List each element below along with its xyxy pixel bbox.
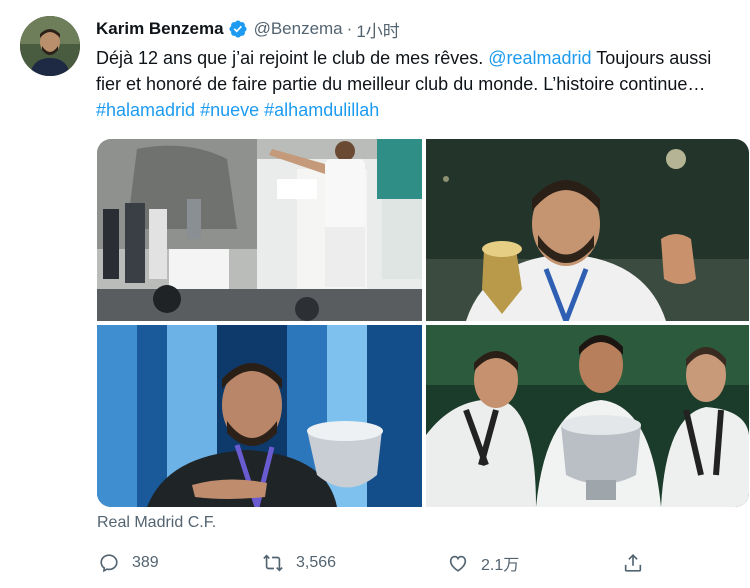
tweet-text-segment: Déjà 12 ans que j’ai rejoint le club de … <box>96 48 489 68</box>
verified-badge-icon <box>228 19 248 39</box>
media-grid <box>97 139 749 507</box>
like-button[interactable]: 2.1万 <box>447 549 519 577</box>
tweet-text: Déjà 12 ans que j’ai rejoint le club de … <box>96 45 736 123</box>
hashtag-link[interactable]: #nueve <box>200 100 259 120</box>
author-handle[interactable]: @Benzema <box>254 19 343 39</box>
trophy-smile-photo[interactable] <box>426 139 749 321</box>
retweet-count: 3,566 <box>296 554 337 571</box>
presentation-photo[interactable] <box>97 139 422 321</box>
tweet-header: Karim Benzema @Benzema · 1小时 <box>96 16 400 42</box>
champions-trio-photo[interactable] <box>426 325 749 507</box>
hashtag-link[interactable]: #alhamdulillah <box>264 100 379 120</box>
heart-icon <box>449 555 467 572</box>
author-name[interactable]: Karim Benzema <box>96 19 224 39</box>
mention-link[interactable]: @realmadrid <box>488 48 591 68</box>
avatar[interactable] <box>20 16 80 76</box>
retweet-icon <box>263 554 283 572</box>
like-count: 2.1万 <box>481 557 520 574</box>
share-icon <box>624 554 642 572</box>
reply-count: 389 <box>132 554 159 571</box>
separator-dot: · <box>346 19 353 38</box>
supercup-photo[interactable] <box>97 325 422 507</box>
action-bar: 389 3,566 2.1万 <box>0 549 750 577</box>
reply-icon <box>100 554 118 573</box>
tweet-timestamp[interactable]: 1小时 <box>356 17 399 42</box>
reply-button[interactable]: 389 <box>98 549 159 577</box>
share-button[interactable] <box>622 549 656 577</box>
retweet-button[interactable]: 3,566 <box>262 549 336 577</box>
hashtag-link[interactable]: #halamadrid <box>96 100 195 120</box>
media-caption[interactable]: Real Madrid C.F. <box>97 514 216 532</box>
